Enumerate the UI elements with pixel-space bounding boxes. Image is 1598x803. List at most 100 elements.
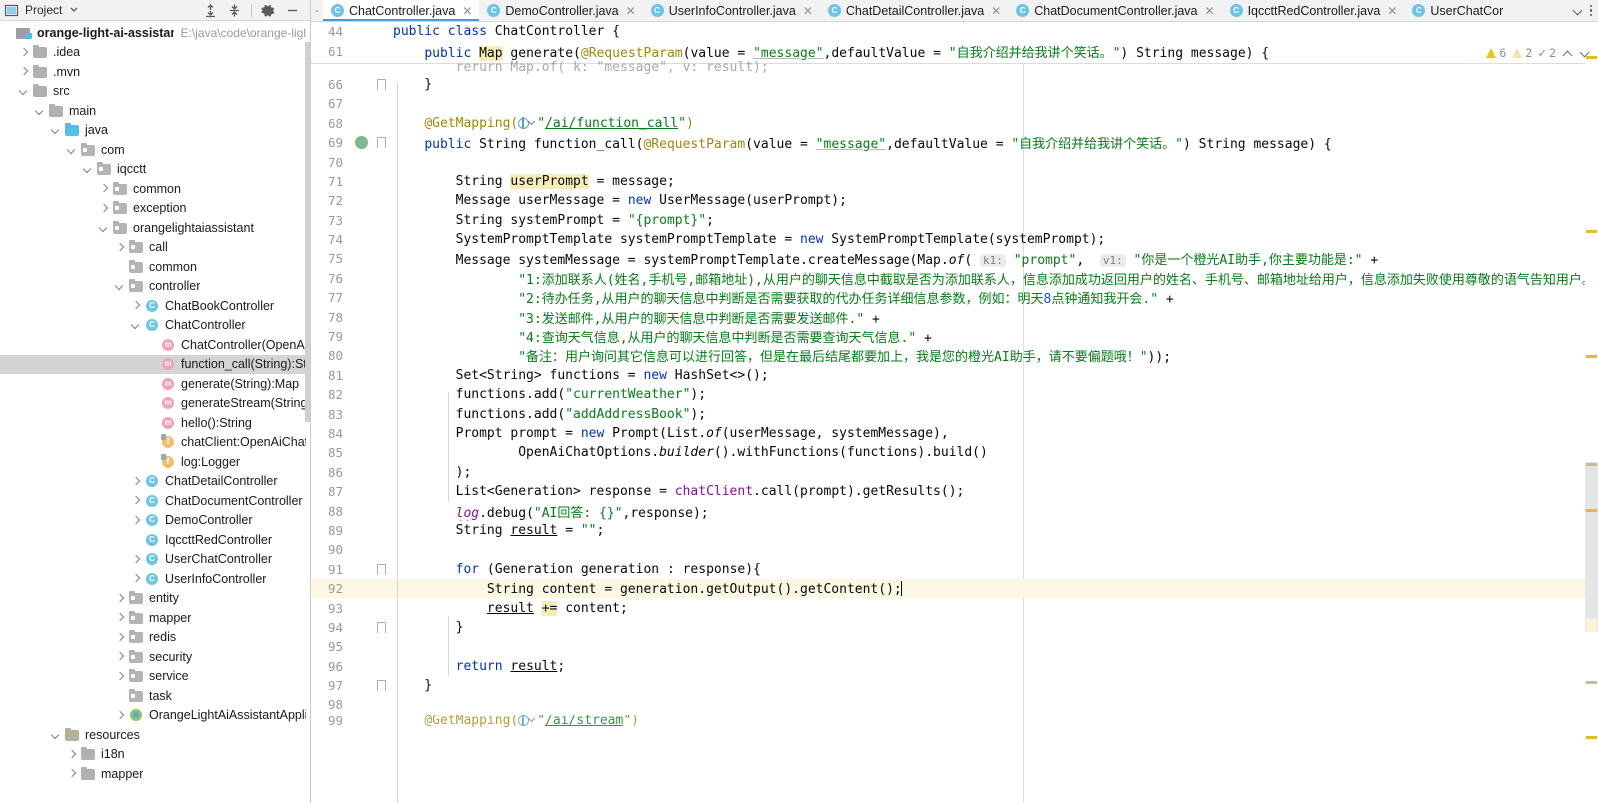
code-line-77[interactable]: 77 "2:待办任务,从用户的聊天信息中判断是否需要获取的代办任务详细信息参数，… [311,288,1598,307]
code-line-83[interactable]: 83 functions.add("addAddressBook"); [311,404,1598,423]
close-icon[interactable]: ✕ [803,4,813,18]
tree-row-mapper[interactable]: mapper [0,764,310,784]
code-line-82[interactable]: 82 functions.add("currentWeather"); [311,385,1598,404]
chevron-down-icon[interactable] [66,144,78,156]
close-icon[interactable]: ✕ [1205,4,1215,18]
code-line-72[interactable]: 72 Message userMessage = new UserMessage… [311,191,1598,210]
tree-row-common[interactable]: common [0,179,310,199]
chevron-down-icon[interactable] [18,85,30,97]
editor-tab-userinfocontroller[interactable]: C UserInfoController.java ✕ [642,0,820,21]
tree-row-generate-string-map[interactable]: generate(String):Map [0,374,310,394]
tree-row-mvn[interactable]: .mvn [0,62,310,82]
stripe-mark-weak[interactable] [1586,463,1597,466]
chevron-right-icon[interactable] [114,651,126,663]
project-tree[interactable]: orange-light-ai-assistant E:\java\code\o… [0,21,310,803]
tree-row-service[interactable]: service [0,667,310,687]
tree-row-com[interactable]: com [0,140,310,160]
expand-all-icon[interactable] [203,3,218,18]
chevron-right-icon[interactable] [130,475,142,487]
gear-icon[interactable] [261,3,276,18]
fold-region-icon[interactable] [371,75,393,94]
editor-tab-chatdocumentcontroller[interactable]: C ChatDocumentController.java ✕ [1008,0,1222,21]
tree-row-project-root[interactable]: orange-light-ai-assistant E:\java\code\o… [0,23,310,43]
code-line-93[interactable]: 93 result += content; [311,598,1598,617]
code-line-86[interactable]: 86 ); [311,463,1598,482]
close-icon[interactable]: ✕ [991,4,1001,18]
tree-row-orangelightaiassistantapplica[interactable]: OrangeLightAiAssistantApplica [0,706,310,726]
code-line-97[interactable]: 97 } [311,676,1598,695]
chevron-right-icon[interactable] [98,202,110,214]
tree-row-entity[interactable]: entity [0,589,310,609]
tree-row-idea[interactable]: .idea [0,43,310,63]
chevron-down-icon[interactable] [68,3,83,18]
code-line-74[interactable]: 74 SystemPromptTemplate systemPromptTemp… [311,230,1598,249]
tree-row-resources[interactable]: resources [0,725,310,745]
tree-row-exception[interactable]: exception [0,199,310,219]
code-line-95[interactable]: 95 [311,637,1598,656]
chevron-down-icon[interactable] [50,124,62,136]
chevron-down-icon[interactable] [130,319,142,331]
code-line-98[interactable]: 98 [311,695,1598,714]
tab-overflow-chevron-icon[interactable] [1573,6,1583,16]
fold-region-icon[interactable] [371,133,393,152]
tree-row-orangelightaiassistant[interactable]: orangelightaiassistant [0,218,310,238]
tree-row-userchatcontroller[interactable]: UserChatController [0,550,310,570]
tree-row-redis[interactable]: redis [0,628,310,648]
editor-tab-chatcontroller[interactable]: C ChatController.java ✕ [323,0,480,21]
code-line-78[interactable]: 78 "3:发送邮件,从用户的聊天信息中判断是否需要发送邮件." + [311,307,1598,327]
code-line-85[interactable]: 85 OpenAiChatOptions.builder().withFunct… [311,443,1598,462]
chevron-right-icon[interactable] [114,709,126,721]
tree-row-src[interactable]: src [0,82,310,102]
chevron-right-icon[interactable] [130,553,142,565]
code-line-71[interactable]: 71 String userPrompt = message; [311,172,1598,191]
error-stripe-ruler[interactable] [1585,22,1598,803]
chevron-right-icon[interactable] [18,46,30,58]
code-line-88[interactable]: 88 log.debug("AI回答: {}",response); [311,501,1598,521]
close-icon[interactable]: ✕ [626,4,636,18]
code-scroll-viewport[interactable]: 44 public class ChatController { 61 publ… [311,22,1598,803]
tree-row-call[interactable]: call [0,238,310,258]
code-line-94[interactable]: 94 } [311,618,1598,637]
chevron-down-icon[interactable] [34,105,46,117]
chevron-down-icon[interactable] [114,280,126,292]
run-method-gutter-icon[interactable] [353,133,371,152]
chevron-right-icon[interactable] [66,748,78,760]
scrollbar-thumb[interactable] [1585,462,1598,632]
chevron-down-icon[interactable] [98,222,110,234]
code-line-91[interactable]: 91 for (Generation generation : response… [311,560,1598,579]
editor-tab-userchatcor[interactable]: C UserChatCor [1404,0,1511,21]
code-line-96[interactable]: 96 return result; [311,657,1598,676]
collapse-all-icon[interactable] [227,3,242,18]
tree-row-chatbookcontroller[interactable]: ChatBookController [0,296,310,316]
chevron-right-icon[interactable] [114,631,126,643]
close-icon[interactable]: ✕ [462,4,472,18]
tree-row-chatclient-openaichatc[interactable]: chatClient:OpenAiChatC [0,433,310,453]
project-scrollbar[interactable] [305,42,310,422]
stripe-mark-warning[interactable] [1586,230,1597,233]
code-line-69[interactable]: 69 public String function_call(@RequestP… [311,133,1598,152]
code-line-89[interactable]: 89 String result = ""; [311,521,1598,540]
weak-warning-count[interactable]: 2 [1512,46,1532,60]
tree-row-log-logger[interactable]: log:Logger [0,452,310,472]
previous-problem-icon[interactable] [1562,48,1573,59]
tree-row-mapper[interactable]: mapper [0,608,310,628]
tree-row-controller[interactable]: controller [0,277,310,297]
tab-list-scroll-left[interactable]: - [311,0,323,21]
code-line-70[interactable]: 70 [311,152,1598,171]
chevron-right-icon[interactable] [130,495,142,507]
fold-region-icon[interactable] [371,676,393,695]
code-line-73[interactable]: 73 String systemPrompt = "{prompt}"; [311,211,1598,230]
editor-tab-chatdetailcontroller[interactable]: C ChatDetailController.java ✕ [819,0,1009,21]
chevron-right-icon[interactable] [114,612,126,624]
code-line-84[interactable]: 84 Prompt prompt = new Prompt(List.of(us… [311,424,1598,443]
chevron-right-icon[interactable] [66,768,78,780]
tree-row-democontroller[interactable]: DemoController [0,511,310,531]
code-line-44[interactable]: 44 public class ChatController { [311,22,1598,41]
tree-row-chatdocumentcontroller[interactable]: ChatDocumentController [0,491,310,511]
code-line-87[interactable]: 87 List<Generation> response = chatClien… [311,482,1598,501]
tree-row-java[interactable]: java [0,121,310,141]
stripe-mark-warning[interactable] [1586,509,1597,512]
tree-row-chatdetailcontroller[interactable]: ChatDetailController [0,472,310,492]
chevron-right-icon[interactable] [18,66,30,78]
tab-options-kebab-icon[interactable] [1589,4,1592,17]
